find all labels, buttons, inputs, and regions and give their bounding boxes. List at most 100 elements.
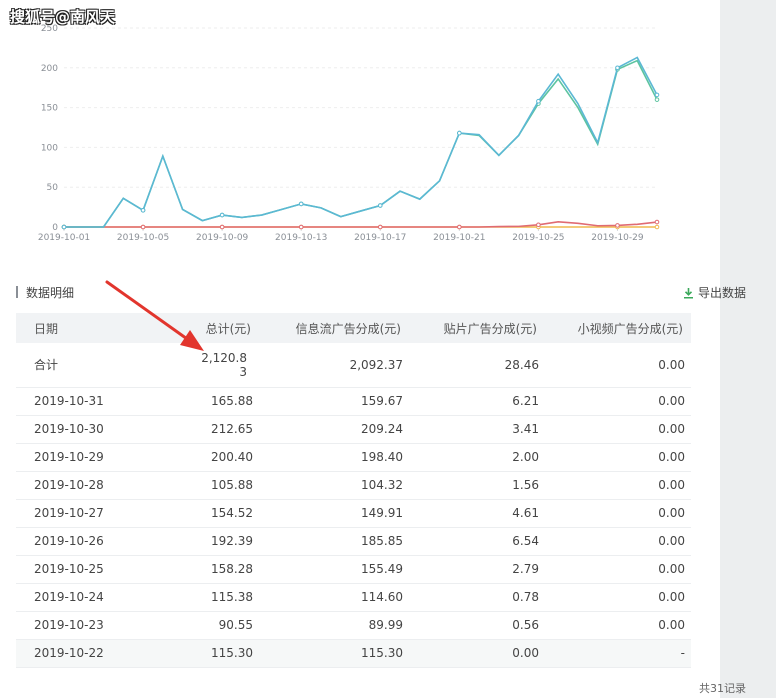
- total-sticker: 28.46: [409, 343, 545, 388]
- y-tick-label: 50: [47, 183, 59, 193]
- section-title: 数据明细: [26, 285, 75, 300]
- row-sticker: 3.41: [409, 415, 545, 444]
- table-row: 2019-10-25 158.28 155.49 2.79 0.00: [16, 555, 691, 584]
- export-data-label: 导出数据: [697, 286, 746, 300]
- y-tick-label: 100: [41, 143, 58, 153]
- row-short-video: 0.00: [545, 387, 691, 416]
- row-short-video: 0.00: [545, 611, 691, 640]
- x-tick-label: 2019-10-01: [38, 233, 90, 243]
- row-sticker: 0.56: [409, 611, 545, 640]
- row-sticker: 0.78: [409, 583, 545, 612]
- data-point: [654, 219, 660, 225]
- header-feed-ad[interactable]: 信息流广告分成(元): [259, 313, 409, 343]
- row-sticker: 6.54: [409, 527, 545, 556]
- row-short-video: 0.00: [545, 471, 691, 500]
- row-feed: 185.85: [259, 527, 409, 556]
- row-short-video: 0.00: [545, 443, 691, 472]
- data-point: [140, 207, 146, 213]
- row-date: 2019-10-25: [16, 555, 183, 584]
- row-total: 158.28: [183, 555, 259, 584]
- row-short-video: 0.00: [545, 415, 691, 444]
- data-point: [298, 201, 304, 207]
- header-total[interactable]: 总计(元): [183, 313, 259, 343]
- row-total: 154.52: [183, 499, 259, 528]
- data-point: [457, 130, 462, 136]
- row-short-video: 0.00: [545, 527, 691, 556]
- row-date: 2019-10-23: [16, 611, 183, 640]
- row-sticker: 6.21: [409, 387, 545, 416]
- x-tick-label: 2019-10-25: [512, 233, 564, 243]
- row-total: 165.88: [183, 387, 259, 416]
- row-feed: 89.99: [259, 611, 409, 640]
- table-row: 2019-10-27 154.52 149.91 4.61 0.00: [16, 499, 691, 528]
- section-marker: [16, 286, 18, 298]
- row-sticker: 2.00: [409, 443, 545, 472]
- data-point: [536, 98, 541, 104]
- row-date: 2019-10-27: [16, 499, 183, 528]
- row-date: 2019-10-22: [16, 639, 183, 668]
- row-feed: 155.49: [259, 555, 409, 584]
- data-point: [536, 222, 541, 228]
- row-date: 2019-10-26: [16, 527, 183, 556]
- row-date: 2019-10-30: [16, 415, 183, 444]
- row-feed: 159.67: [259, 387, 409, 416]
- watermark: 搜狐号@南风天: [10, 8, 116, 26]
- series-line: [64, 56, 658, 228]
- row-total: 200.40: [183, 443, 259, 472]
- table-row: 2019-10-22 115.30 115.30 0.00-: [16, 639, 691, 668]
- row-date: 2019-10-29: [16, 443, 183, 472]
- x-tick-label: 2019-10-05: [117, 233, 169, 243]
- row-feed: 209.24: [259, 415, 409, 444]
- table-total-row: 合计 2,120.8 3 2,092.37 28.46 0.00: [16, 343, 691, 388]
- data-point: [654, 92, 660, 98]
- data-table: 日期 总计(元) 信息流广告分成(元) 贴片广告分成(元) 小视频广告分成(元)…: [16, 313, 691, 668]
- revenue-line-chart: 0501001502002502019-10-01 2019-10-05 2019-…: [38, 24, 660, 243]
- x-tick-label: 2019-10-13: [275, 233, 327, 243]
- table-row: 2019-10-26 192.39 185.85 6.54 0.00: [16, 527, 691, 556]
- table-row: 2019-10-23 90.55 89.99 0.56 0.00: [16, 611, 691, 640]
- total-feed: 2,092.37: [259, 343, 409, 388]
- row-total: 115.38: [183, 583, 259, 612]
- export-data-button[interactable]: 导出数据: [683, 284, 746, 301]
- right-gutter: [720, 0, 776, 698]
- table-row: 2019-10-31 165.88 159.67 6.21 0.00: [16, 387, 691, 416]
- row-total: 115.30: [183, 639, 259, 668]
- row-date: 2019-10-24: [16, 583, 183, 612]
- row-sticker: 0.00: [409, 639, 545, 668]
- table-row: 2019-10-28 105.88 104.32 1.56 0.00: [16, 471, 691, 500]
- header-date[interactable]: 日期: [16, 313, 183, 343]
- data-point: [377, 203, 383, 208]
- row-total: 105.88: [183, 471, 259, 500]
- y-tick-label: 200: [41, 64, 58, 74]
- row-feed: 104.32: [259, 471, 409, 500]
- data-point: [457, 224, 462, 230]
- x-tick-label: 2019-10-29: [591, 233, 644, 243]
- record-count: 共31记录: [699, 682, 746, 695]
- total-label: 合计: [16, 343, 183, 388]
- data-point: [654, 224, 660, 230]
- header-short-video-ad[interactable]: 小视频广告分成(元): [545, 313, 691, 343]
- section-header: 数据明细: [16, 284, 74, 300]
- data-point: [140, 224, 146, 230]
- total-short-video: 0.00: [545, 343, 691, 388]
- row-feed: 198.40: [259, 443, 409, 472]
- data-point: [377, 224, 383, 230]
- data-point: [219, 224, 225, 230]
- row-short-video: 0.00: [545, 499, 691, 528]
- table-row: 2019-10-30 212.65 209.24 3.41 0.00: [16, 415, 691, 444]
- row-feed: 115.30: [259, 639, 409, 668]
- data-point: [298, 224, 304, 230]
- row-short-video: -: [545, 639, 691, 668]
- row-sticker: 2.79: [409, 555, 545, 584]
- data-point: [219, 212, 225, 218]
- header-sticker-ad[interactable]: 贴片广告分成(元): [409, 313, 545, 343]
- table-row: 2019-10-29 200.40 198.40 2.00 0.00: [16, 443, 691, 472]
- table-row: 2019-10-24 115.38 114.60 0.78 0.00: [16, 583, 691, 612]
- row-sticker: 4.61: [409, 499, 545, 528]
- row-total: 192.39: [183, 527, 259, 556]
- row-sticker: 1.56: [409, 471, 545, 500]
- series-line: [64, 59, 658, 228]
- row-total: 212.65: [183, 415, 259, 444]
- x-tick-label: 2019-10-17: [354, 233, 406, 243]
- x-tick-label: 2019-10-09: [196, 233, 249, 243]
